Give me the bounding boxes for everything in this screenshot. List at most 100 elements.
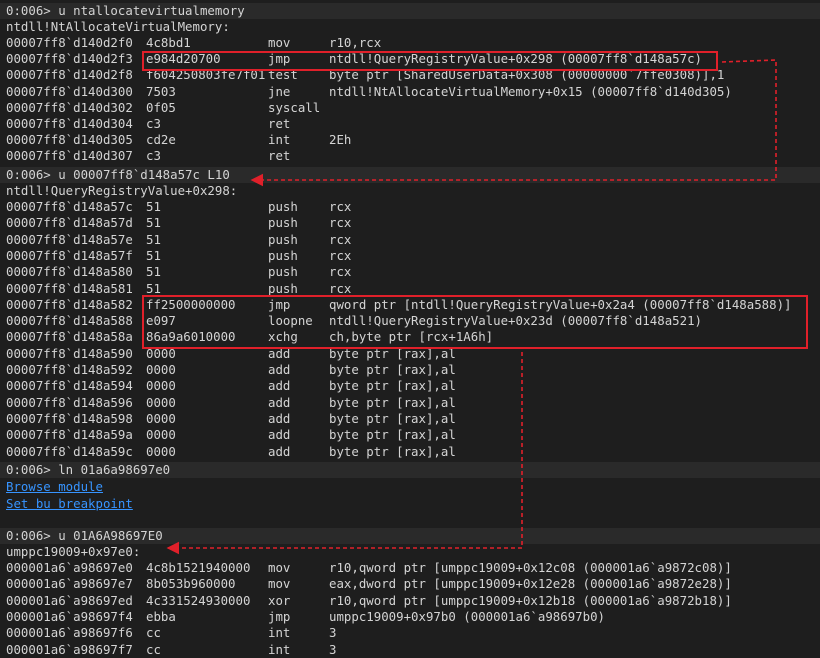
mnemonic: add [268,410,291,426]
opcode-bytes: 0000 [146,345,176,361]
opcode-bytes: 4c8b1521940000 [146,560,251,575]
mnemonic: add [268,394,291,410]
operands: byte ptr [rax],al [329,443,456,459]
operands: byte ptr [rax],al [329,394,456,410]
opcode-bytes: ebba [146,608,176,624]
operands: 2Eh [329,132,352,148]
operands: byte ptr [rax],al [329,362,456,377]
opcode-bytes: 51 [146,231,161,247]
opcode-bytes: cd2e [146,132,176,148]
command-prompt: 0:006> ln 01a6a98697e0 [6,462,171,477]
address: 00007ff8`d148a598 [6,410,133,426]
debugger-console: 0:006> u ntallocatevirtualmemory ntdll!N… [0,0,820,658]
operands: r10,qword ptr [umppc19009+0x12c08 (00000… [329,560,732,575]
address: 00007ff8`d148a594 [6,378,133,394]
operands: rcx [329,199,352,214]
mnemonic: xor [268,592,291,608]
operands: ch,byte ptr [rcx+1A6h] [329,329,494,345]
operands: rcx [329,264,352,280]
address: 00007ff8`d148a57f [6,247,133,263]
operands: rcx [329,247,352,263]
mnemonic: ret [268,116,291,131]
opcode-bytes: 51 [146,264,161,280]
opcode-bytes: 7503 [146,83,176,99]
address: 000001a6`a98697f6 [6,625,133,641]
mnemonic: ret [268,148,291,164]
address: 00007ff8`d140d2f8 [6,67,133,83]
operands: 3 [329,641,337,657]
mnemonic: push [268,264,298,280]
mnemonic: jmp [268,608,291,624]
mnemonic: xchg [268,329,298,345]
mnemonic: int [268,132,291,148]
address: 00007ff8`d148a590 [6,345,133,361]
operands: byte ptr [rax],al [329,378,456,394]
address: 00007ff8`d148a59a [6,427,133,443]
address: 00007ff8`d140d2f3 [6,51,133,67]
opcode-bytes: 0000 [146,362,176,377]
opcode-bytes: 4c331524930000 [146,592,251,608]
opcode-bytes: e984d20700 [146,51,221,67]
mnemonic: mov [268,560,291,575]
mnemonic: add [268,443,291,459]
mnemonic: jne [268,83,291,99]
opcode-bytes: 0000 [146,394,176,410]
mnemonic: add [268,345,291,361]
opcode-bytes: cc [146,625,161,641]
mnemonic: push [268,231,298,247]
address: 00007ff8`d148a582 [6,296,133,312]
mnemonic: add [268,362,291,377]
mnemonic: test [268,67,298,83]
mnemonic: push [268,199,298,214]
opcode-bytes: c3 [146,148,161,164]
operands: qword ptr [ntdll!QueryRegistryValue+0x2a… [329,296,792,312]
symbol-label: umppc19009+0x97e0: [6,544,141,559]
mnemonic: mov [268,35,291,50]
opcode-bytes: 51 [146,247,161,263]
mnemonic: jmp [268,296,291,312]
mnemonic: int [268,625,291,641]
browse-module-link[interactable]: Browse module [6,479,103,495]
operands: byte ptr [rax],al [329,427,456,443]
address: 000001a6`a98697f4 [6,608,133,624]
mnemonic: int [268,641,291,657]
mnemonic: add [268,378,291,394]
command-prompt: 0:006> u 00007ff8`d148a57c L10 [6,167,230,182]
opcode-bytes: 51 [146,199,161,214]
opcode-bytes: f604250803fe7f01 [146,67,266,83]
opcode-bytes: 0f05 [146,99,176,115]
address: 000001a6`a98697ed [6,592,133,608]
address: 00007ff8`d148a581 [6,280,133,296]
operands: byte ptr [SharedUserData+0x308 (00000000… [329,67,725,83]
opcode-bytes: 86a9a6010000 [146,329,236,345]
opcode-bytes: ff2500000000 [146,296,236,312]
operands: umppc19009+0x97b0 (000001a6`a98697b0) [329,608,606,624]
opcode-bytes: 0000 [146,443,176,459]
mnemonic: syscall [268,99,321,115]
address: 000001a6`a98697e0 [6,560,133,575]
opcode-bytes: 51 [146,280,161,296]
operands: byte ptr [rax],al [329,410,456,426]
mnemonic: push [268,280,298,296]
mnemonic: loopne [268,313,313,329]
operands: ntdll!NtAllocateVirtualMemory+0x15 (0000… [329,83,732,99]
symbol-label: ntdll!NtAllocateVirtualMemory: [6,19,230,34]
opcode-bytes: 0000 [146,427,176,443]
address: 00007ff8`d148a57d [6,215,133,231]
opcode-bytes: c3 [146,116,161,131]
symbol-label: ntdll!QueryRegistryValue+0x298: [6,183,238,198]
address: 00007ff8`d148a58a [6,329,133,345]
address: 00007ff8`d148a596 [6,394,133,410]
address: 00007ff8`d148a588 [6,313,133,329]
address: 00007ff8`d140d300 [6,83,133,99]
operands: r10,qword ptr [umppc19009+0x12b18 (00000… [329,592,732,608]
opcode-bytes: 0000 [146,410,176,426]
address: 00007ff8`d148a59c [6,443,133,459]
set-bu-breakpoint-link[interactable]: Set bu breakpoint [6,496,133,512]
address: 00007ff8`d148a57c [6,199,133,214]
address: 00007ff8`d148a592 [6,362,133,377]
address: 00007ff8`d140d305 [6,132,133,148]
opcode-bytes: 8b053b960000 [146,576,236,592]
operands: byte ptr [rax],al [329,345,456,361]
address: 000001a6`a98697f7 [6,641,133,657]
